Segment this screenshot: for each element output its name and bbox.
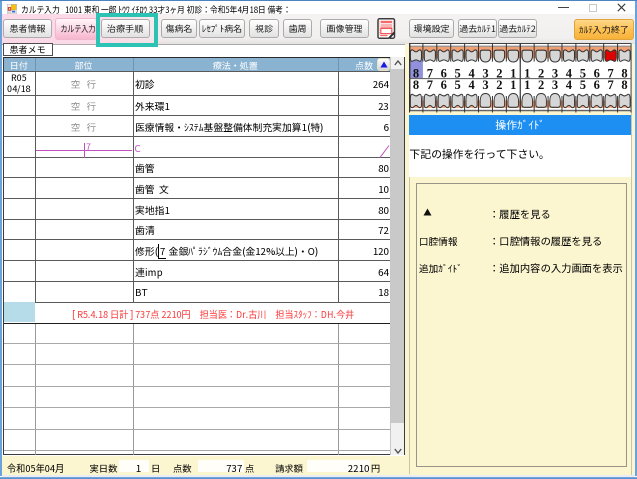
- svg-text:5: 5: [454, 78, 460, 92]
- svg-text:3: 3: [482, 78, 488, 92]
- svg-text:1: 1: [510, 78, 516, 92]
- svg-text:3: 3: [551, 78, 557, 92]
- svg-text:4: 4: [565, 78, 572, 92]
- svg-text:5: 5: [579, 78, 585, 92]
- svg-text:7: 7: [607, 78, 613, 92]
- svg-text:6: 6: [593, 78, 599, 92]
- svg-text:4: 4: [468, 78, 475, 92]
- svg-text:2: 2: [496, 78, 502, 92]
- svg-text:8: 8: [621, 78, 627, 92]
- svg-text:1: 1: [524, 78, 530, 92]
- svg-text:6: 6: [440, 78, 446, 92]
- svg-text:7: 7: [426, 78, 432, 92]
- svg-text:8: 8: [412, 78, 418, 92]
- svg-text:2: 2: [538, 78, 544, 92]
